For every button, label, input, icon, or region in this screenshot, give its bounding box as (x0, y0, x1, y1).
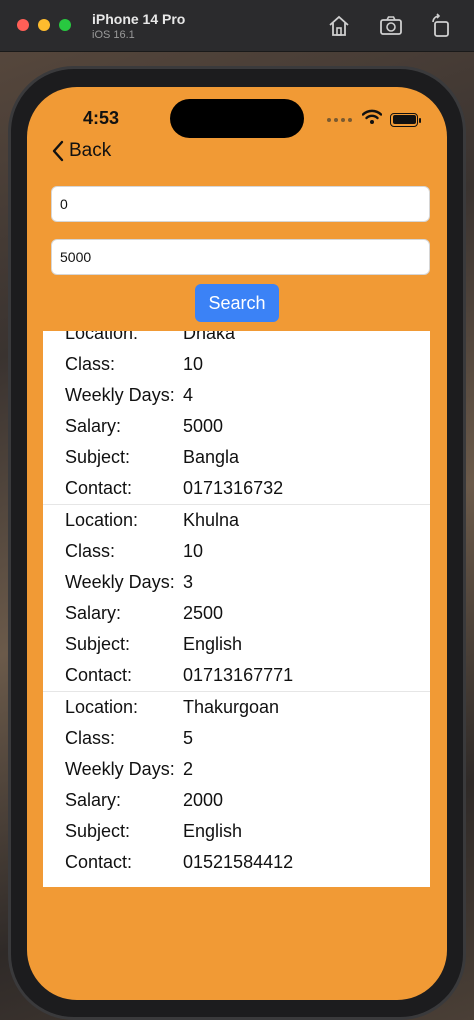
weekly-days-label: Weekly Days: (65, 385, 175, 405)
salary-label: Salary: (65, 416, 122, 436)
subject-label: Subject: (65, 821, 131, 841)
max-salary-input[interactable] (51, 239, 430, 275)
contact-value: 01713167771 (183, 665, 294, 685)
signal-icon (327, 117, 352, 122)
salary-label: Salary: (65, 790, 122, 810)
subject-value: Bangla (183, 447, 240, 467)
weekly-days-value: 4 (183, 385, 194, 405)
subject-value: English (183, 821, 243, 841)
class-value: 10 (183, 354, 204, 374)
weekly-days-label: Weekly Days: (65, 572, 175, 592)
app-screen: 4:53 Back Search Location: Dhaka Class: 10… (27, 87, 447, 1000)
wifi-icon (361, 109, 383, 130)
contact-label: Contact: (65, 478, 133, 498)
subject-label: Subject: (65, 447, 131, 467)
class-value: 10 (183, 541, 204, 561)
subject-label: Subject: (65, 634, 131, 654)
weekly-days-value: 2 (183, 759, 194, 779)
back-button[interactable]: Back (51, 140, 111, 162)
close-window-button[interactable] (17, 19, 29, 31)
salary-value: 5000 (183, 416, 224, 436)
dynamic-island (170, 99, 304, 138)
contact-label: Contact: (65, 852, 133, 872)
salary-label: Salary: (65, 603, 122, 623)
class-value: 5 (183, 728, 194, 748)
class-label: Class: (65, 541, 116, 561)
contact-label: Contact: (65, 665, 133, 685)
os-version: iOS 16.1 (92, 29, 135, 41)
chevron-left-icon (52, 140, 64, 162)
zoom-window-button[interactable] (59, 19, 71, 31)
contact-value: 0171316732 (183, 478, 284, 498)
location-value: Thakurgoan (183, 697, 280, 717)
status-icons (327, 109, 421, 130)
list-item[interactable]: Location: Dhaka Class: 10 Weekly Days: 4 Sa… (43, 331, 430, 505)
rotate-icon[interactable] (428, 13, 454, 39)
simulator-title-bar: iPhone 14 Pro iOS 16.1 (0, 0, 474, 52)
weekly-days-label: Weekly Days: (65, 759, 175, 779)
home-icon[interactable] (326, 13, 352, 39)
list-item[interactable]: Location: Thakurgoan Class: 5 Weekly Days:… (43, 692, 430, 878)
device-name: iPhone 14 Pro (92, 11, 186, 27)
location-value: Dhaka (183, 331, 236, 343)
class-label: Class: (65, 354, 116, 374)
class-label: Class: (65, 728, 116, 748)
search-button[interactable]: Search (195, 284, 279, 322)
minimize-window-button[interactable] (38, 19, 50, 31)
screenshot-icon[interactable] (378, 13, 404, 39)
weekly-days-value: 3 (183, 572, 194, 592)
location-label: Location: (65, 331, 139, 343)
battery-icon (390, 112, 421, 127)
list-item[interactable]: Location: Khulna Class: 10 Weekly Days: 3 S… (43, 505, 430, 692)
subject-value: English (183, 634, 243, 654)
status-time: 4:53 (83, 108, 120, 128)
salary-value: 2000 (183, 790, 224, 810)
back-label: Back (69, 140, 112, 161)
salary-value: 2500 (183, 603, 224, 623)
location-label: Location: (65, 510, 139, 530)
location-value: Khulna (183, 510, 240, 530)
min-salary-input[interactable] (51, 186, 430, 222)
results-list[interactable]: Location: Dhaka Class: 10 Weekly Days: 4 Sa… (43, 331, 430, 887)
contact-value: 01521584412 (183, 852, 294, 872)
location-label: Location: (65, 697, 139, 717)
